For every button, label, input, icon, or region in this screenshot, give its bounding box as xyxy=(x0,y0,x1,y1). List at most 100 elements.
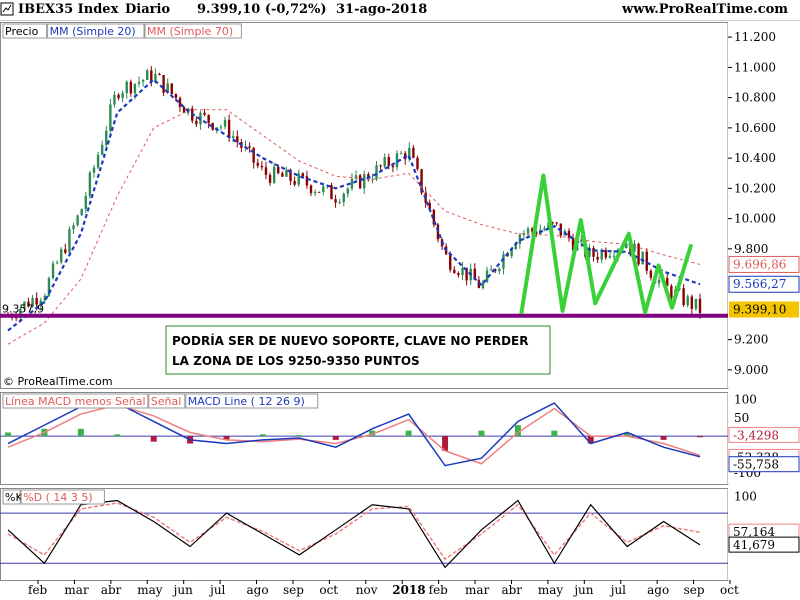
price-legend-item: MM (Simple 20) xyxy=(50,25,136,38)
stoch-legend-item: %K xyxy=(5,491,23,504)
price-candle xyxy=(301,173,305,177)
x-tick-label: abr xyxy=(101,583,122,597)
price-value-label: 9.399,10 xyxy=(733,303,786,317)
price-candle xyxy=(358,175,362,189)
price-candle xyxy=(436,224,440,240)
price-candle xyxy=(412,147,415,158)
price-candle xyxy=(51,263,55,279)
price-candle xyxy=(489,269,493,271)
price-candle xyxy=(543,228,546,230)
price-legend-item: Precio xyxy=(5,25,39,38)
price-candle xyxy=(399,153,403,155)
price-candle xyxy=(498,268,501,272)
price-candle xyxy=(645,251,648,271)
price-candle xyxy=(76,215,79,226)
price-candle xyxy=(223,119,227,127)
price-candle xyxy=(158,73,161,75)
price-candle xyxy=(146,70,149,80)
x-tick-label: may xyxy=(538,583,564,597)
price-candle xyxy=(268,174,272,183)
price-candle xyxy=(698,298,702,313)
price-candle xyxy=(96,154,100,168)
price-candle xyxy=(416,157,419,170)
price-candle xyxy=(109,104,112,131)
price-candle xyxy=(592,247,595,257)
price-candle xyxy=(690,296,694,309)
price-tick-label: 9.000 xyxy=(734,363,768,377)
x-tick-label: abr xyxy=(501,583,522,597)
price-candle xyxy=(113,94,116,105)
price-tick-label: 10.000 xyxy=(734,212,776,226)
price-candle xyxy=(670,285,673,299)
price-value-label: 9.696,86 xyxy=(733,257,786,271)
chart-canvas: 11.200 11.000 10.800 10.600 10.400 10.200 10.0… xyxy=(0,22,800,597)
price-candle xyxy=(596,256,599,260)
macd-histogram-bar xyxy=(478,430,485,437)
price-candle xyxy=(657,279,661,284)
stoch-value-label: 41,679 xyxy=(733,538,775,552)
price-candle xyxy=(285,169,288,177)
price-candle xyxy=(363,174,366,189)
macd-value-label: -3,4298 xyxy=(733,428,779,442)
x-tick-label: feb xyxy=(28,583,48,597)
x-tick-label: jul xyxy=(609,583,626,597)
price-candle xyxy=(350,178,354,189)
price-candle xyxy=(379,165,382,167)
macd-histogram-bar xyxy=(77,428,84,437)
price-candle xyxy=(252,147,255,163)
price-candle xyxy=(117,94,120,99)
macd-histogram-bar xyxy=(5,432,11,437)
price-candle xyxy=(608,255,612,258)
price-candle xyxy=(256,162,259,166)
price-tick-label: 10.400 xyxy=(734,151,776,165)
price-candle xyxy=(162,74,165,93)
price-candle xyxy=(55,262,59,264)
price-candle xyxy=(457,273,460,275)
price-candle xyxy=(686,296,689,306)
price-candle xyxy=(72,225,75,230)
price-candle xyxy=(526,228,530,234)
price-value-label: 9.566,27 xyxy=(733,277,786,291)
price-candle xyxy=(297,173,300,185)
price-candle xyxy=(248,146,251,148)
x-tick-label: may xyxy=(137,583,163,597)
x-tick-label: nov xyxy=(356,583,378,597)
macd-histogram-bar xyxy=(697,436,703,438)
price-candle xyxy=(682,288,685,306)
price-candle xyxy=(121,92,124,99)
price-candle xyxy=(387,157,391,166)
macd-tick-label: 100 xyxy=(734,392,757,406)
macd-legend-item: Línea MACD menos Señal xyxy=(5,395,146,408)
price-candle xyxy=(219,126,223,128)
macd-histogram-bar xyxy=(405,430,412,437)
x-tick-label: ago xyxy=(247,583,269,597)
price-candle xyxy=(207,114,210,123)
price-candle xyxy=(334,199,337,203)
stoch-legend-item: %D ( 14 3 5) xyxy=(23,491,93,504)
x-tick-label: mar xyxy=(64,583,89,597)
price-candle xyxy=(346,188,350,194)
price-legend-item: MM (Simple 70) xyxy=(147,25,233,38)
price-candle xyxy=(84,196,87,210)
macd-histogram-bar xyxy=(259,434,266,437)
price-tick-label: 9.800 xyxy=(734,242,768,256)
price-candle xyxy=(178,98,182,108)
price-candle xyxy=(383,157,386,167)
price-tick-label: 9.200 xyxy=(734,333,768,347)
price-candle xyxy=(137,81,141,84)
price-candle xyxy=(260,165,264,168)
price-tick-label: 10.200 xyxy=(734,181,776,195)
price-candle xyxy=(195,120,198,125)
x-tick-label: feb xyxy=(429,583,449,597)
x-tick-label: sep xyxy=(283,583,304,597)
price-candle xyxy=(203,112,206,115)
x-tick-label: jun xyxy=(572,583,593,597)
price-candle xyxy=(309,185,313,194)
price-candle xyxy=(330,185,333,200)
price-candle xyxy=(305,176,309,186)
x-tick-label: mar xyxy=(465,583,490,597)
macd-value-label: -55,758 xyxy=(733,458,779,472)
price-candle xyxy=(641,251,644,265)
price-tick-label: 11.000 xyxy=(734,60,776,74)
price-candle xyxy=(92,167,96,173)
